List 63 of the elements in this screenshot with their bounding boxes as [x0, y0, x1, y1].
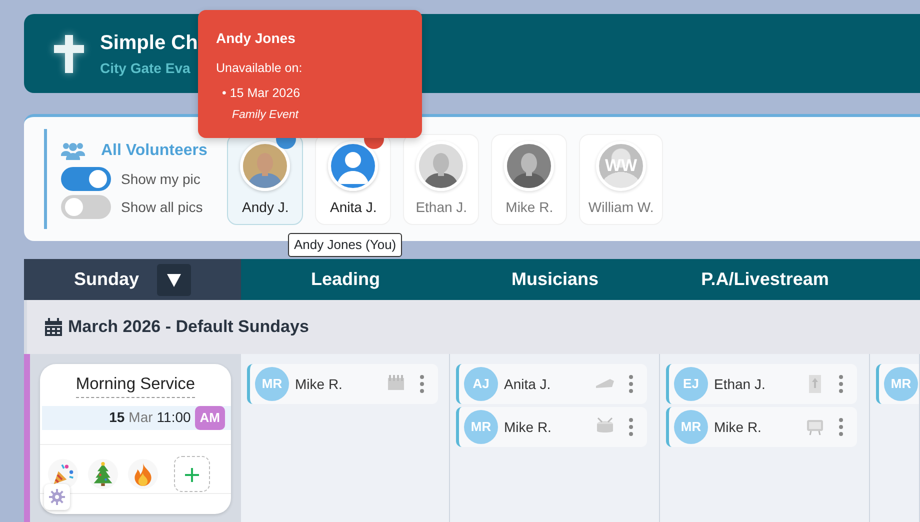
volunteer-name: Mike R. — [506, 198, 554, 216]
church-name: City Gate Eva — [100, 59, 192, 78]
toggle-switch[interactable] — [61, 195, 111, 219]
column-header: Leading — [241, 259, 450, 300]
caret-icon — [166, 272, 182, 288]
avatar-initials: AJ — [464, 367, 498, 401]
party-popper-icon — [51, 462, 75, 486]
more-icon — [420, 375, 424, 393]
gear-icon — [49, 489, 65, 505]
service-day: 15 — [109, 407, 125, 428]
service-month: Mar — [128, 408, 153, 428]
volunteer-name: Ethan J. — [714, 374, 766, 394]
tree-icon — [91, 462, 115, 486]
unavailable-reason: Family Event — [231, 108, 300, 122]
avatar-initials: MR — [464, 410, 498, 444]
popup-label: Unavailable on: — [216, 60, 304, 77]
volunteer-name: Mike R. — [295, 374, 344, 394]
assignment-chip[interactable]: MR Mike R. — [666, 407, 857, 447]
more-icon — [629, 418, 633, 436]
period-badge: AM — [194, 406, 225, 430]
volunteer-card[interactable]: WW William W. — [579, 134, 663, 224]
volunteer-name: Anita J. — [330, 198, 377, 216]
settings-button[interactable] — [44, 484, 70, 510]
assignment-chip[interactable]: AJ Anita J. — [456, 364, 647, 404]
assignment-chip[interactable]: MR Mike R. — [247, 364, 438, 404]
toggle-label: Show all pics — [121, 198, 203, 217]
month-title: March 2026 - Default Sundays — [68, 316, 309, 338]
plus-icon — [185, 468, 199, 482]
cross-icon — [54, 34, 84, 72]
dropdown-button[interactable] — [157, 264, 191, 296]
day-label: Sunday — [74, 268, 139, 291]
header-bar — [870, 259, 920, 300]
assignment-chip[interactable]: MR Mike R. — [456, 407, 647, 447]
column-header: P.A/Livestream — [660, 259, 870, 300]
hover-tooltip: Andy Jones (You) — [288, 233, 402, 256]
more-icon — [629, 375, 633, 393]
more-icon — [839, 375, 843, 393]
volunteer-name: Andy J. — [242, 198, 289, 217]
avatar-initials: MR — [255, 367, 289, 401]
avatar-initials: EJ — [674, 367, 708, 401]
avatar-initials: MR — [674, 410, 708, 444]
popup-name: Andy Jones — [216, 29, 296, 48]
add-button[interactable] — [174, 456, 210, 492]
column-header: Musicians — [450, 259, 660, 300]
assignment-chip[interactable]: EJ Ethan J. — [666, 364, 857, 404]
volunteer-name: Mike R. — [504, 418, 552, 436]
calendar-icon — [45, 318, 62, 336]
unavailable-date: • 15 Mar 2026 — [221, 84, 302, 102]
screen-icon — [805, 417, 825, 437]
people-icon — [61, 142, 85, 160]
more-icon — [839, 418, 843, 436]
avatar-initials: MR — [884, 367, 918, 401]
volunteer-card[interactable]: Ethan J. — [403, 134, 480, 224]
service-name[interactable]: Morning Service — [76, 372, 196, 398]
toggle-label: Show my pic — [121, 170, 200, 189]
app-title: Simple Ch — [100, 31, 198, 56]
service-time: 11:00 — [156, 408, 191, 428]
volunteer-name: William W. — [588, 198, 654, 216]
toggle-switch[interactable] — [61, 167, 111, 191]
volunteer-name: Mike R. — [714, 418, 762, 436]
volunteer-name: Ethan J. — [416, 198, 468, 216]
volunteer-name: Anita J. — [504, 374, 552, 394]
volunteer-card[interactable]: Mike R. — [491, 134, 568, 224]
